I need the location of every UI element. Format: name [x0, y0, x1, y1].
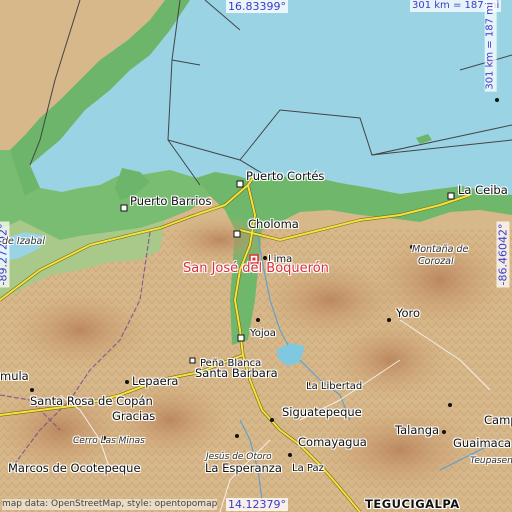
label-camp: Camp — [484, 413, 512, 427]
label-marcos-de-ocotepeque: Marcos de Ocotepeque — [8, 461, 141, 475]
label-guaimaca: Guaimaca — [453, 436, 512, 450]
east-coordinate: -86.46042° — [496, 221, 510, 288]
label-teupasen: Teupasen — [470, 456, 512, 466]
scale-vertical: 301 km = 187 mi — [484, 0, 497, 92]
label-la-esperanza: La Esperanza — [205, 461, 282, 475]
label-tegucigalpa: TEGUCIGALPA — [365, 497, 460, 511]
label-santa-barbara: Santa Barbara — [195, 366, 278, 380]
label-san-jose-del-boqueron[interactable]: San José del Boquerón — [183, 261, 329, 276]
label-la-ceiba: La Ceiba — [458, 183, 508, 197]
map-credit: map data: OpenStreetMap, style: opentopo… — [2, 499, 218, 510]
label-siguatepeque: Siguatepeque — [282, 405, 362, 419]
label-la-paz: La Paz — [292, 463, 324, 474]
map-view[interactable]: 16.83399° 14.12379° -89.27292° -86.46042… — [0, 0, 512, 512]
south-coordinate: 14.12379° — [226, 498, 288, 511]
label-gracias: Gracias — [112, 409, 156, 423]
label-yoro: Yoro — [396, 306, 421, 320]
label-puerto-cortes: Puerto Cortés — [246, 169, 325, 183]
label-la-libertad: La Libertad — [306, 381, 363, 392]
label-lepaera: Lepaera — [132, 374, 179, 388]
label-mula: mula — [0, 369, 29, 383]
label-talanga: Talanga — [395, 423, 440, 437]
label-izabal: de Izabal — [2, 236, 45, 247]
label-comayagua: Comayagua — [298, 435, 367, 449]
label-santa-rosa: Santa Rosa de Copán — [30, 394, 153, 408]
label-corozal: Corozal — [418, 256, 454, 267]
north-coordinate: 16.83399° — [226, 0, 288, 13]
label-cerro-las-minas: Cerro Las Minas — [73, 436, 145, 446]
label-yojoa: Yojoa — [250, 328, 276, 339]
west-coordinate: -89.27292° — [0, 221, 10, 288]
label-puerto-barrios: Puerto Barrios — [130, 194, 212, 208]
label-choloma: Choloma — [248, 217, 299, 231]
